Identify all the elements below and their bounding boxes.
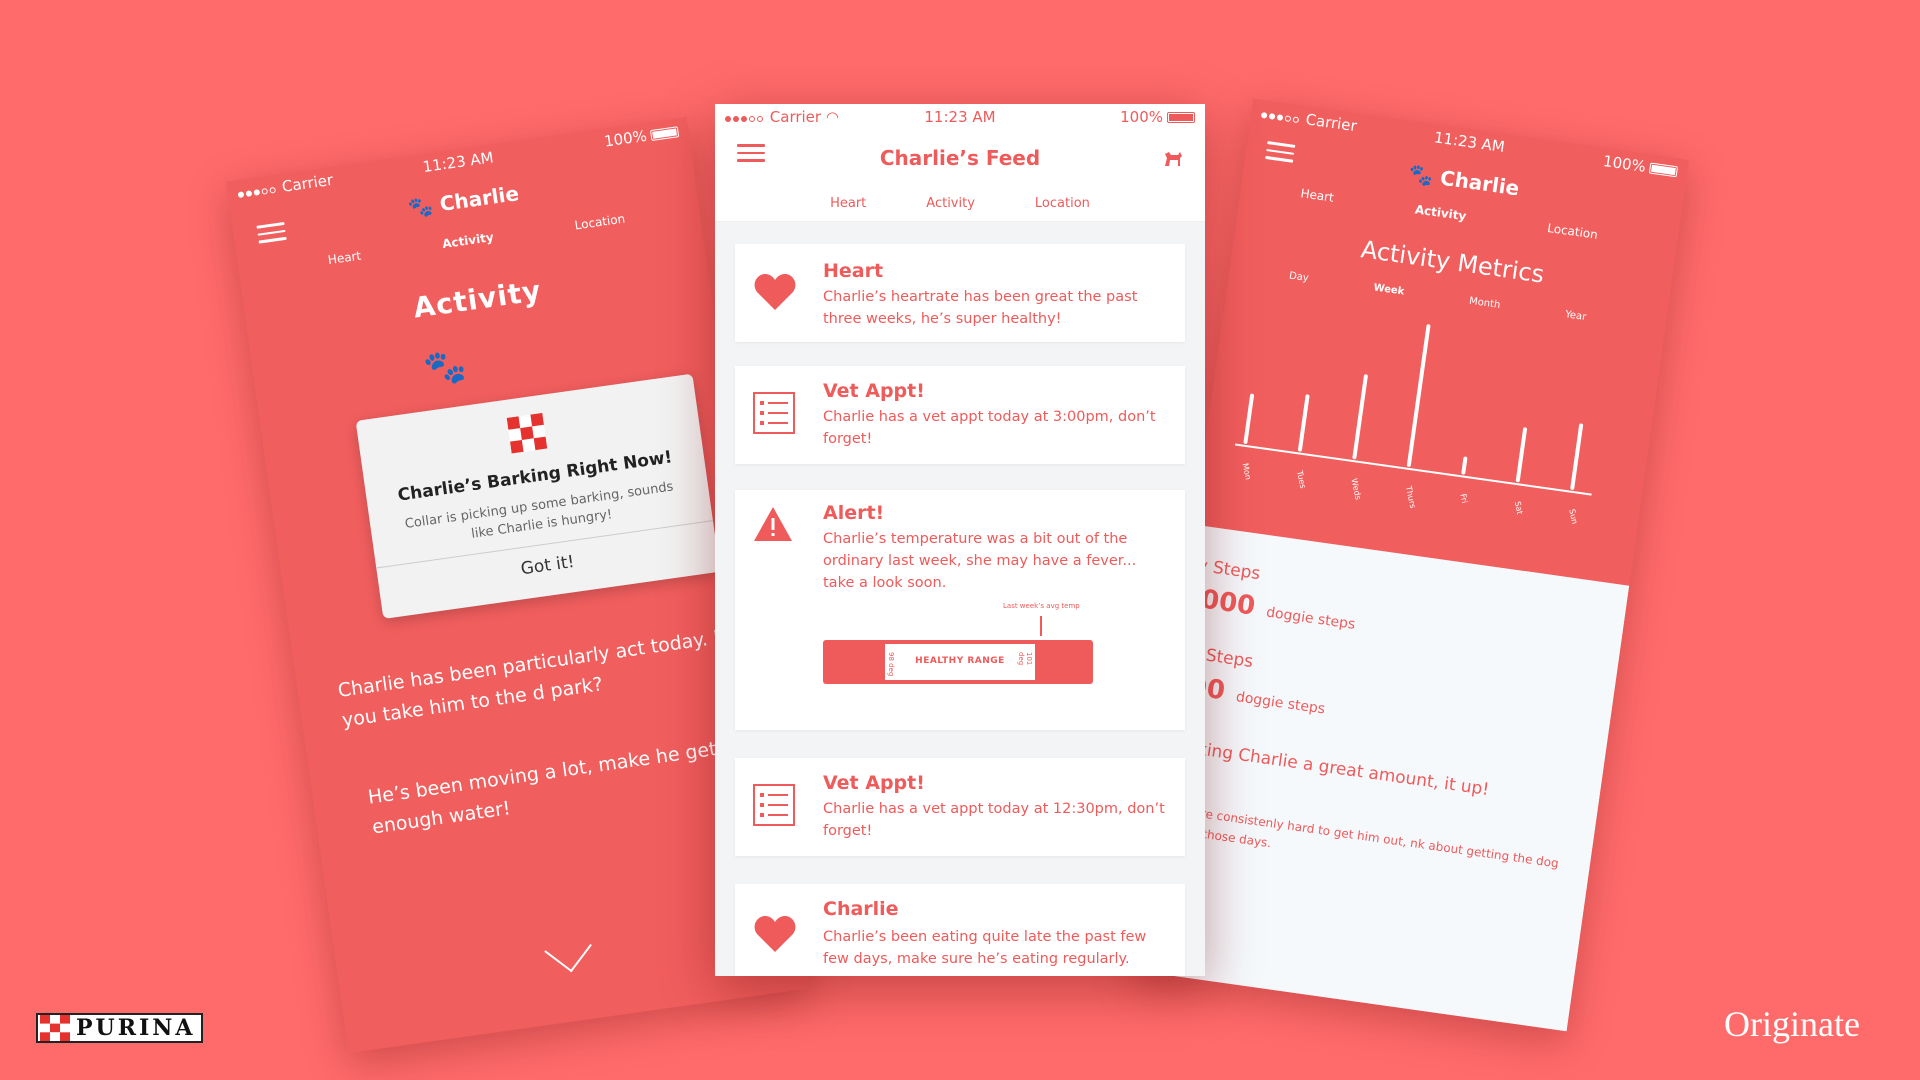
card-title: Heart (823, 260, 884, 282)
activity-tip: Friday’s are consistenly hard to get him… (1140, 798, 1560, 871)
card-title: Vet Appt! (823, 380, 925, 402)
metrics-panel: aily Steps 2,000 doggie steps ekly Steps … (1130, 524, 1630, 1032)
range-year[interactable]: Year (1564, 309, 1586, 323)
card-body: Charlie’s been eating quite late the pas… (823, 929, 1147, 967)
activity-paragraph: Charlie has been particularly act today.… (336, 622, 747, 732)
range-week[interactable]: Week (1373, 282, 1405, 297)
card-title: Charlie (823, 898, 899, 920)
section-heading: Activity (411, 274, 544, 325)
alert-dialog: Charlie’s Barking Right Now! Collar is p… (355, 373, 721, 619)
chart-bar-weds (1352, 374, 1368, 460)
chart-tick-label: Mon (1241, 462, 1253, 480)
tab-activity[interactable]: Activity (441, 230, 494, 251)
tab-activity[interactable]: Activity (926, 196, 975, 211)
time-label: 11:23 AM (924, 108, 996, 126)
temperature-range-bar: 98 deg HEALTHY RANGE 101 deg (823, 640, 1093, 684)
chart-tick-label: Thurs (1404, 484, 1418, 509)
paw-icon: 🐾 (421, 345, 470, 391)
tab-location[interactable]: Location (574, 212, 626, 233)
status-bar: Carrier ◠ 11:23 AM 100% (715, 104, 1205, 130)
tab-activity[interactable]: Activity (1414, 202, 1467, 223)
heart-icon (754, 916, 796, 952)
tab-heart[interactable]: Heart (830, 196, 866, 211)
feed-card[interactable]: Vet Appt! Charlie has a vet appt today a… (735, 758, 1185, 856)
tab-bar: Heart Activity Location (715, 196, 1205, 211)
chart-tick-label: Tues (1295, 469, 1308, 489)
chart-bar-sat (1515, 427, 1527, 483)
range-day[interactable]: Day (1288, 270, 1309, 284)
pet-name: Charlie (1438, 165, 1521, 201)
daily-steps-unit: doggie steps (1265, 604, 1357, 633)
right-phone-screen: Carrier 11:23 AM 100% 🐾 Charlie Heart Ac… (1130, 98, 1690, 1032)
tab-heart[interactable]: Heart (327, 249, 362, 268)
chart-bar-sun (1570, 423, 1584, 490)
alert-icon (754, 507, 792, 541)
heart-icon (754, 274, 796, 310)
chart-tick-label: Fri (1458, 493, 1469, 504)
range-high: 101 deg (1017, 652, 1033, 666)
activity-paragraph: He’s been moving a lot, make he gets eno… (366, 736, 728, 839)
checklist-icon (753, 392, 795, 434)
healthy-range: 98 deg HEALTHY RANGE 101 deg (885, 644, 1035, 680)
dog-icon[interactable] (1161, 146, 1185, 170)
chart-bar-fri (1461, 456, 1468, 475)
temperature-marker (1040, 616, 1042, 636)
chevron-down-icon[interactable] (544, 924, 592, 973)
range-month[interactable]: Month (1468, 296, 1501, 311)
header: Carrier ◠ 11:23 AM 100% Charlie’s Feed H… (715, 104, 1205, 222)
feed-card[interactable]: Heart Charlie’s heartrate has been great… (735, 244, 1185, 342)
range-label: HEALTHY RANGE (915, 656, 1005, 666)
page-title: Charlie’s Feed (879, 146, 1041, 170)
chart-tick-label: Sun (1567, 508, 1579, 525)
chart-bar-mon (1243, 393, 1255, 444)
chart-bar-thurs (1406, 324, 1431, 467)
tab-location[interactable]: Location (1035, 196, 1090, 211)
purina-wordmark: PURINA (76, 1015, 196, 1041)
marker-label: Last week’s avg temp (1003, 602, 1080, 610)
purina-logo: PURINA (36, 1013, 204, 1043)
center-phone-screen: Carrier ◠ 11:23 AM 100% Charlie’s Feed H… (715, 104, 1205, 976)
weekly-steps-unit: doggie steps (1234, 689, 1327, 718)
tab-heart[interactable]: Heart (1300, 186, 1335, 205)
card-body: Charlie has a vet appt today at 3:00pm, … (823, 409, 1156, 447)
paw-icon: 🐾 (406, 193, 435, 221)
card-body: Charlie’s temperature was a bit out of t… (823, 531, 1137, 591)
activity-summary: e walking Charlie a great amount, it up! (1151, 733, 1491, 801)
battery-icon (1167, 112, 1195, 123)
paw-icon: 🐾 (1407, 161, 1436, 189)
feed-card[interactable]: Alert! Charlie’s temperature was a bit o… (735, 490, 1185, 730)
card-title: Alert! (823, 502, 885, 524)
purina-checker-icon (40, 1015, 70, 1041)
purina-checker-icon (506, 412, 548, 454)
chart-tick-label: Weds (1349, 478, 1362, 501)
checklist-icon (753, 784, 795, 826)
pet-name: Charlie (438, 181, 521, 216)
card-title: Vet Appt! (823, 772, 925, 794)
card-body: Charlie has a vet appt today at 12:30pm,… (823, 801, 1165, 839)
card-body: Charlie’s heartrate has been great the p… (823, 289, 1138, 327)
feed-card[interactable]: Vet Appt! Charlie has a vet appt today a… (735, 366, 1185, 464)
feed-card[interactable]: Charlie Charlie’s been eating quite late… (735, 884, 1185, 976)
originate-logo: Originate (1724, 1004, 1860, 1044)
chart-bar-tues (1297, 394, 1310, 452)
tab-location[interactable]: Location (1547, 221, 1599, 242)
chart-tick-label: Sat (1513, 501, 1525, 516)
